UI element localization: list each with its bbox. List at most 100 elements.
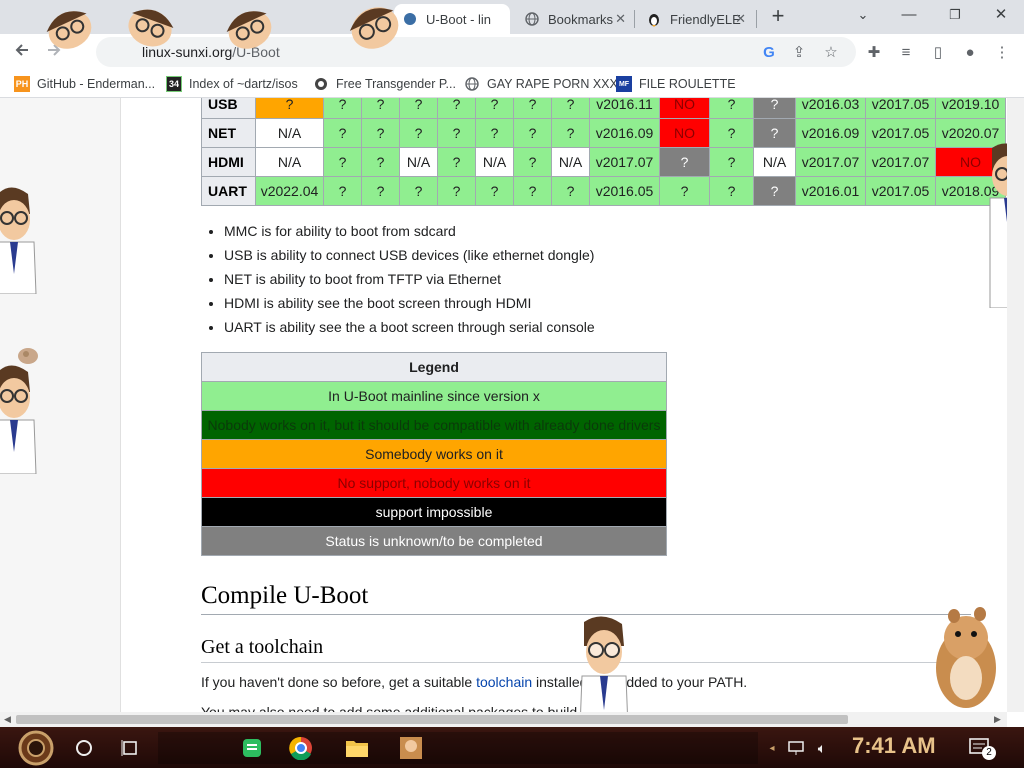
status-cell: ? xyxy=(551,98,590,119)
status-cell: ? xyxy=(323,98,362,119)
cartoon-man-overlay xyxy=(0,187,37,294)
status-cell: v2017.05 xyxy=(865,118,936,148)
status-cell: N/A xyxy=(255,118,324,148)
status-cell: v2016.09 xyxy=(795,118,866,148)
bookmark-label: GAY RAPE PORN XXX xyxy=(487,77,618,91)
bookmark-index-isos[interactable]: 34 Index of ~dartz/isos xyxy=(166,75,298,93)
start-button[interactable] xyxy=(14,730,58,766)
close-tab-icon[interactable]: ✕ xyxy=(735,11,746,27)
bookmark-label: FILE ROULETTE xyxy=(639,77,736,91)
legend-row: In U-Boot mainline since version x xyxy=(201,381,667,411)
vertical-scrollbar[interactable] xyxy=(1007,98,1024,712)
profile-avatar-icon[interactable]: ● xyxy=(958,41,982,65)
task-view-button[interactable] xyxy=(116,731,144,765)
cartoon-man-overlay xyxy=(580,616,628,712)
tab-friendlyelec[interactable]: FriendlyELE ✕ xyxy=(638,4,754,34)
status-row-label: NET xyxy=(201,118,256,148)
cortana-button[interactable] xyxy=(70,731,98,765)
status-row-label: USB xyxy=(201,98,256,119)
taskbar-explorer-app[interactable] xyxy=(342,731,372,765)
legend-row: No support, nobody works on it xyxy=(201,468,667,498)
restore-button[interactable]: ❐ xyxy=(932,0,978,32)
status-cell: v2016.11 xyxy=(589,98,660,119)
status-cell: v2017.05 xyxy=(865,98,936,119)
tab-bookmarks[interactable]: Bookmarks ✕ xyxy=(516,4,634,34)
status-cell: ? xyxy=(361,176,400,206)
google-icon[interactable]: G xyxy=(758,42,780,64)
status-cell: v2017.07 xyxy=(865,147,936,177)
tab-title: FriendlyELE xyxy=(670,11,741,27)
green-notes-icon xyxy=(243,739,261,757)
site-icon xyxy=(313,76,329,92)
page-content: USB???????? v2016.11 NO?? v2016.03 v2017.05 v… xyxy=(0,98,1007,712)
taskbar-clock[interactable]: 7:41 AM xyxy=(852,733,936,759)
tab-separator xyxy=(756,10,757,28)
globe-icon xyxy=(464,76,480,92)
extensions-icon[interactable]: ✚ xyxy=(862,41,886,65)
status-cell: ? xyxy=(361,147,400,177)
taskbar-notes-app[interactable] xyxy=(238,731,266,765)
tab-search-icon[interactable]: ⌄ xyxy=(840,0,886,32)
globe-icon xyxy=(524,11,540,27)
bookmark-label: Index of ~dartz/isos xyxy=(189,77,298,91)
status-cell: ? xyxy=(323,118,362,148)
tab-separator xyxy=(634,10,635,28)
tab-title: Bookmarks xyxy=(548,11,614,27)
scroll-thumb[interactable] xyxy=(16,715,848,724)
volume-icon[interactable]: 🔈︎ xyxy=(810,731,834,765)
bookmark-star-icon[interactable]: ☆ xyxy=(820,42,842,64)
new-tab-button[interactable]: + xyxy=(766,4,790,30)
menu-icon[interactable]: ⋮ xyxy=(990,41,1014,65)
status-cell: N/A xyxy=(551,147,590,177)
cartoon-man-overlay xyxy=(989,143,1007,308)
status-cell: ? xyxy=(753,118,796,148)
status-cell: ? xyxy=(659,176,710,206)
minimize-button[interactable]: — xyxy=(886,0,932,32)
scroll-right-icon[interactable]: ▶ xyxy=(994,714,1001,725)
toolchain-link[interactable]: toolchain xyxy=(476,674,532,690)
scroll-left-icon[interactable]: ◀ xyxy=(4,714,11,725)
status-cell: ? xyxy=(437,98,476,119)
status-cell: N/A xyxy=(753,147,796,177)
cartoon-heads-overlay xyxy=(349,7,399,49)
bookmark-github[interactable]: PH GitHub - Enderman... xyxy=(14,75,155,93)
network-icon[interactable] xyxy=(786,731,808,765)
taskbar-game-app[interactable] xyxy=(396,731,426,765)
status-cell: ? xyxy=(709,176,754,206)
bookmark-free-trans[interactable]: Free Transgender P... xyxy=(313,75,456,93)
status-cell: ? xyxy=(753,176,796,206)
status-cell: NO xyxy=(659,118,710,148)
close-tab-icon[interactable]: ✕ xyxy=(615,11,626,27)
status-row-net: NET N/A??????? v2016.09 NO?? v2016.09 v2017.0… xyxy=(201,118,1006,148)
para-text: installed and added to your PATH. xyxy=(532,674,748,690)
side-panel-icon[interactable]: ▯ xyxy=(926,41,950,65)
status-cell: ? xyxy=(753,98,796,119)
status-cell: ? xyxy=(361,118,400,148)
status-cell: ? xyxy=(659,147,710,177)
para-text: If you haven't done so before, get a sui… xyxy=(201,674,477,690)
taskbar-chrome-app[interactable] xyxy=(286,731,316,765)
status-cell: ? xyxy=(513,176,552,206)
note-item: UART is ability see the a boot screen th… xyxy=(224,318,595,342)
share-icon[interactable]: ⇪ xyxy=(788,42,810,64)
linux-penguin-icon xyxy=(646,11,662,27)
packages-paragraph: You may also need to add some additional… xyxy=(201,704,629,712)
notification-count-badge: 2 xyxy=(982,746,996,760)
game-app-icon xyxy=(400,737,422,759)
close-window-button[interactable]: ✕ xyxy=(978,0,1024,32)
status-cell: ? xyxy=(361,98,400,119)
horizontal-scrollbar[interactable]: ◀ ▶ xyxy=(0,712,1007,727)
notification-center-button[interactable]: 2 xyxy=(966,731,996,765)
status-cell: N/A xyxy=(475,147,514,177)
bookmark-gay-rape[interactable]: GAY RAPE PORN XXX xyxy=(464,75,618,93)
show-hidden-icons-button[interactable]: ◂ xyxy=(764,731,780,765)
bookmark-file-roulette[interactable]: MF FILE ROULETTE xyxy=(616,75,736,93)
status-cell: ? xyxy=(399,176,438,206)
media-queue-icon[interactable]: ≡ xyxy=(894,41,918,65)
legend-row: Nobody works on it, but it should be com… xyxy=(201,410,667,440)
note-item: MMC is for ability to boot from sdcard xyxy=(224,222,595,246)
status-row-uart: UART v2022.04??????? v2016.05??? v2016.01 v2… xyxy=(201,176,1006,206)
bookmark-label: Free Transgender P... xyxy=(336,77,456,91)
start-orb-icon xyxy=(18,730,54,766)
folder-icon xyxy=(346,741,368,757)
